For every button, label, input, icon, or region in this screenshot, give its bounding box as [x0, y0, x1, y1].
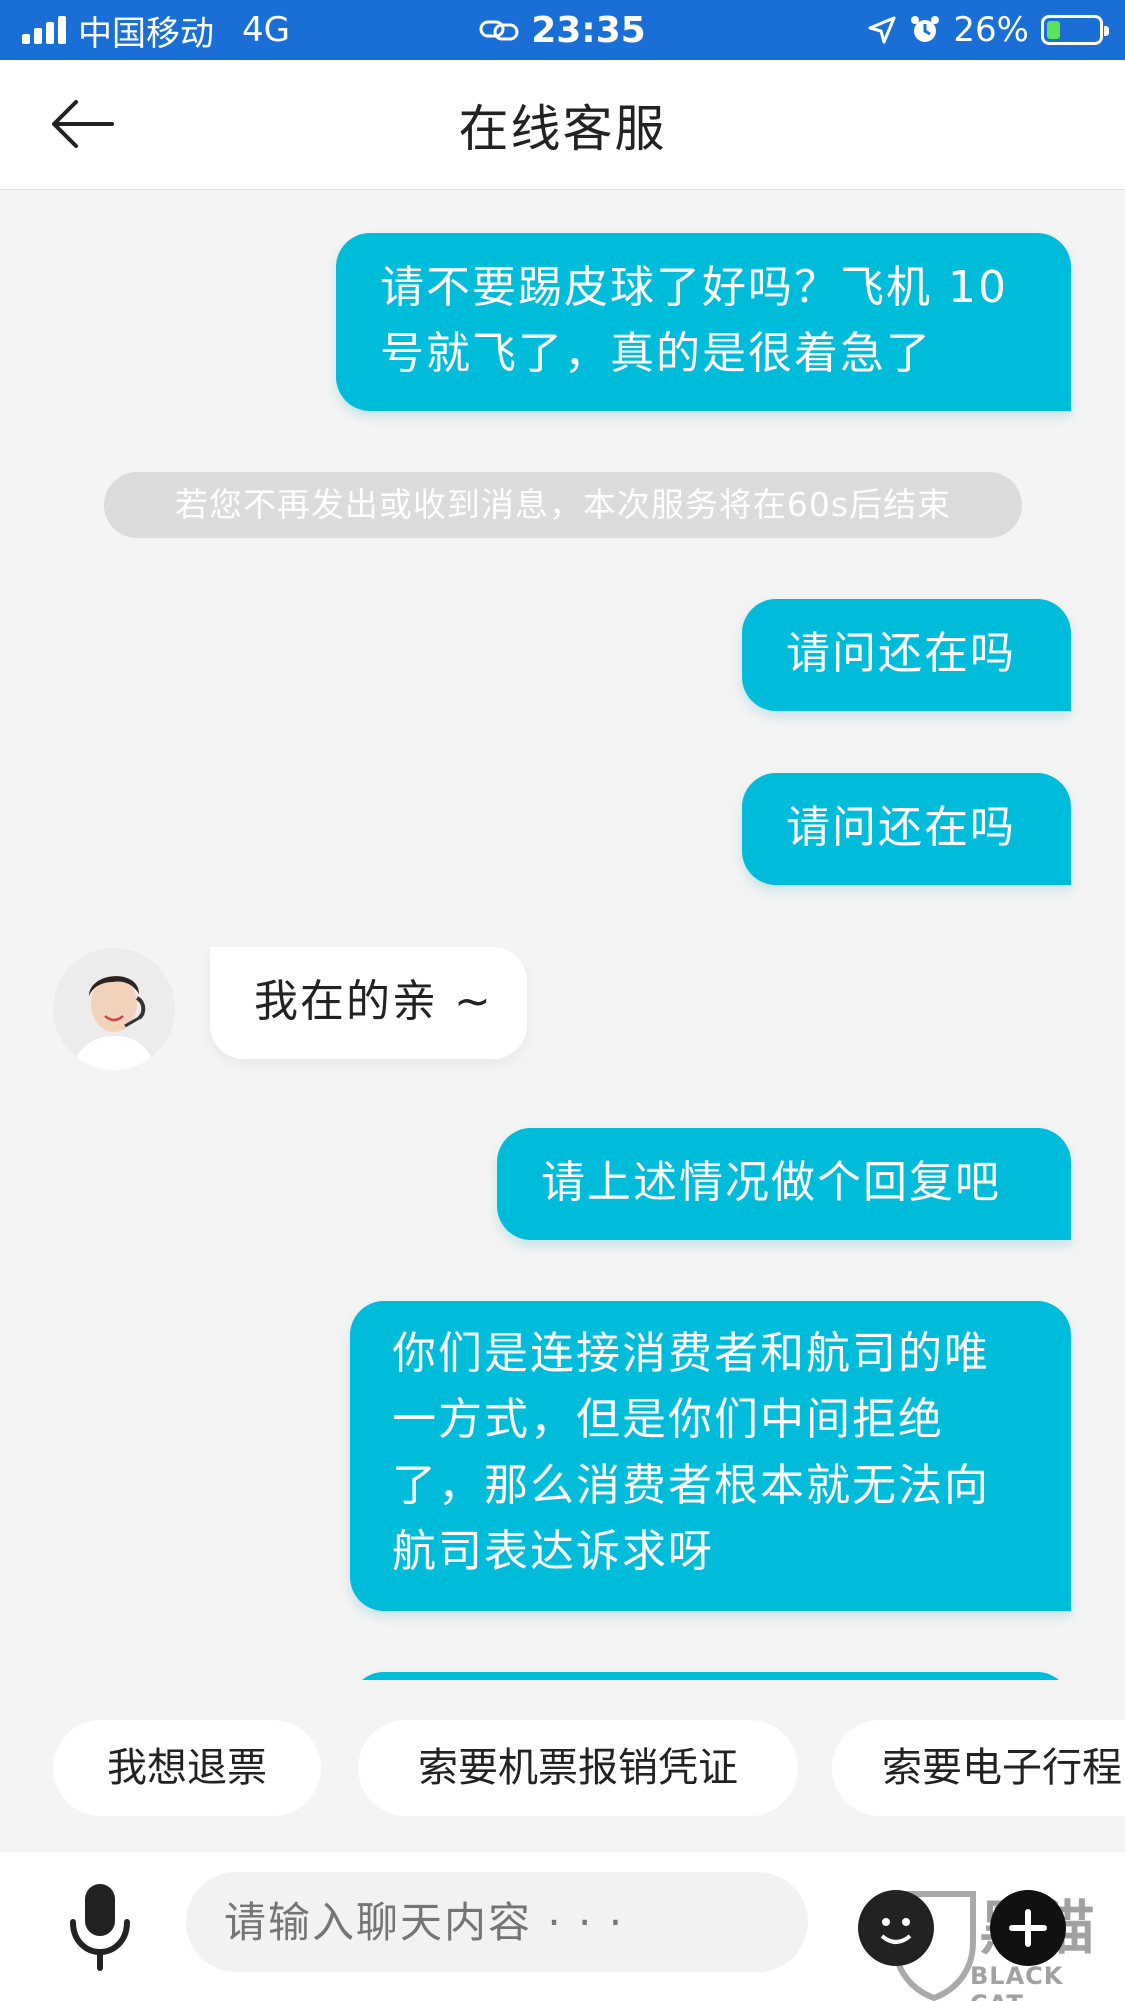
battery-percent: 26%	[953, 10, 1029, 50]
quick-reply-chip[interactable]: 我想退票	[53, 1720, 321, 1816]
status-bar: 中国移动 4G 23:35 26%	[0, 0, 1125, 60]
battery-icon	[1041, 15, 1109, 45]
user-message-partial	[350, 1672, 1071, 1680]
plus-icon[interactable]	[990, 1890, 1066, 1966]
status-right: 26%	[867, 10, 1109, 50]
status-left: 中国移动 4G	[22, 6, 290, 55]
battery-fill	[1047, 21, 1060, 39]
page-title: 在线客服	[458, 99, 667, 158]
quick-reply-chip[interactable]: 索要机票报销凭证	[358, 1720, 798, 1816]
location-icon	[868, 16, 896, 44]
session-timeout-notice: 若您不再发出或收到消息，本次服务将在60s后结束	[104, 472, 1022, 538]
user-message: 请问还在吗	[742, 773, 1071, 885]
message-line: 你们是连接消费者和航司的唯	[392, 1328, 990, 1379]
quick-replies: 我想退票 索要机票报销凭证 索要电子行程	[0, 1710, 1125, 1820]
nav-bar: 在线客服	[0, 60, 1125, 190]
mic-icon[interactable]	[65, 1882, 135, 1972]
agent-avatar[interactable]	[53, 948, 175, 1070]
quick-reply-chip[interactable]: 索要电子行程	[832, 1720, 1125, 1816]
message-line: 航司表达诉求呀	[392, 1526, 714, 1577]
back-arrow-icon[interactable]	[48, 94, 118, 154]
message-line: 号就飞了，真的是很着急了	[380, 328, 932, 379]
user-message: 请不要踢皮球了好吗？飞机 10 号就飞了，真的是很着急了	[336, 233, 1071, 411]
carrier-label: 中国移动	[78, 13, 214, 54]
chat-input[interactable]	[186, 1872, 808, 1972]
network-label: 4G	[242, 10, 290, 50]
watermark-text: BLACK CAT	[970, 1962, 1064, 2001]
alarm-icon	[911, 16, 940, 42]
user-message: 你们是连接消费者和航司的唯 一方式，但是你们中间拒绝 了，那么消费者根本就无法向…	[350, 1301, 1071, 1611]
user-message: 请问还在吗	[742, 599, 1071, 711]
message-line: 请不要踢皮球了好吗？飞机 10	[380, 262, 1008, 313]
message-line: 了，那么消费者根本就无法向	[392, 1460, 990, 1511]
clock: 23:35	[531, 9, 646, 51]
emoji-icon[interactable]	[858, 1890, 934, 1966]
signal-icon	[22, 16, 66, 44]
agent-message: 我在的亲 ~	[210, 947, 527, 1059]
chat-area[interactable]: 请不要踢皮球了好吗？飞机 10 号就飞了，真的是很着急了 若您不再发出或收到消息…	[0, 190, 1125, 1680]
message-line: 一方式，但是你们中间拒绝	[392, 1394, 944, 1445]
user-message: 请上述情况做个回复吧	[497, 1128, 1071, 1240]
input-bar: 黑猫 BLACK CAT	[0, 1852, 1125, 2001]
agent-avatar-image	[53, 948, 175, 1070]
link-icon	[479, 20, 519, 41]
